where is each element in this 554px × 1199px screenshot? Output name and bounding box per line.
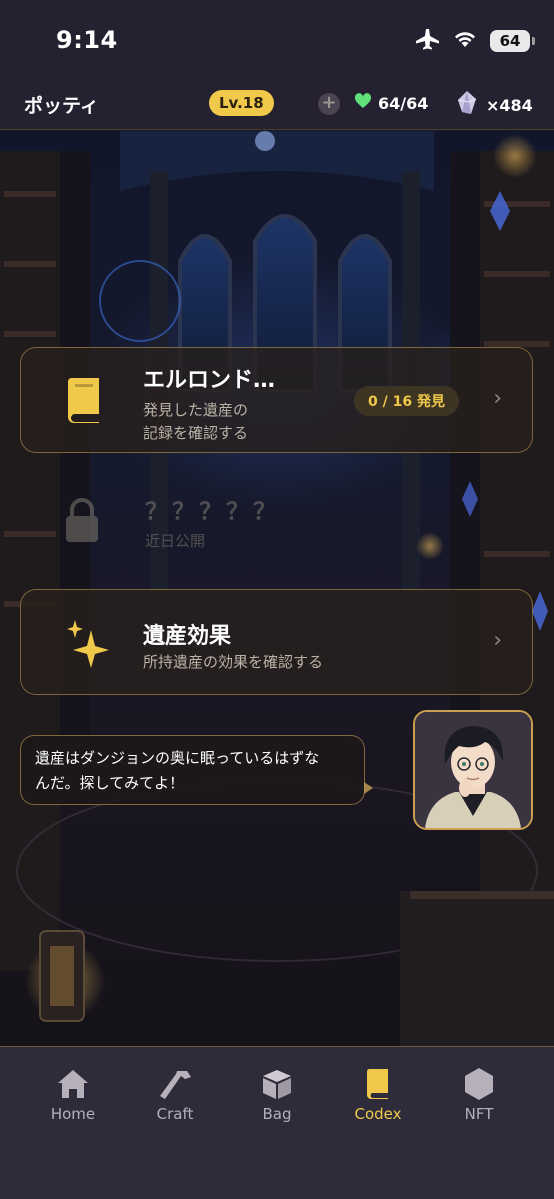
discovery-progress-badge: 0 / 16 発見 — [354, 386, 459, 416]
tab-nft-label: NFT — [464, 1105, 494, 1123]
status-bar: 9:14 64 — [0, 0, 554, 80]
lock-icon — [64, 498, 100, 548]
npc-speech-bubble: 遺産はダンジョンの奥に眠っているはずな んだ。探してみてよ！ — [20, 735, 365, 805]
locked-item-subtitle: 近日公開 — [145, 532, 206, 550]
bottom-tab-bar: Home Craft Bag Codex NFT — [0, 1046, 554, 1199]
hexagon-icon — [434, 1067, 524, 1101]
book-icon — [65, 376, 105, 428]
locked-menu-item: ？？？？？ 近日公開 — [60, 488, 360, 558]
codex-card-title: エルロンド… — [143, 368, 276, 393]
stamina-value: 64/64 — [378, 93, 429, 113]
chevron-right-icon: › — [493, 386, 502, 411]
crystal-icon — [456, 90, 478, 120]
codex-record-card[interactable]: エルロンド… 発見した遺産の 記録を確認する 0 / 16 発見 › — [20, 347, 533, 453]
add-stamina-button[interactable]: + — [318, 93, 340, 115]
tab-bag[interactable]: Bag — [232, 1067, 322, 1123]
top-header: ポッティ Lv.18 + 64/64 ×484 — [0, 80, 554, 130]
tab-craft[interactable]: Craft — [130, 1067, 220, 1123]
codex-card-subtitle-1: 発見した遺産の — [143, 401, 249, 419]
npc-avatar[interactable] — [413, 710, 533, 830]
clock: 9:14 — [56, 26, 118, 54]
chevron-right-icon: › — [493, 628, 502, 653]
tab-home-label: Home — [50, 1105, 96, 1123]
player-name: ポッティ — [24, 95, 99, 117]
heart-icon — [354, 93, 372, 113]
speech-bubble-tail — [364, 782, 373, 794]
tab-codex[interactable]: Codex — [333, 1067, 423, 1123]
gem-counter: ×484 — [456, 90, 533, 120]
effects-card-title: 遺産効果 — [143, 624, 232, 649]
airplane-mode-icon — [414, 28, 440, 54]
status-icons: 64 — [414, 28, 535, 54]
codex-card-subtitle-2: 記録を確認する — [143, 424, 249, 442]
tab-bag-label: Bag — [262, 1105, 292, 1123]
locked-item-title: ？？？？？ — [145, 499, 280, 525]
stamina-counter: 64/64 — [354, 93, 428, 113]
battery-icon: 64 — [490, 30, 535, 52]
legacy-effects-card[interactable]: 遺産効果 所持遺産の効果を確認する › — [20, 589, 533, 695]
effects-card-subtitle: 所持遺産の効果を確認する — [143, 653, 324, 671]
wifi-icon — [452, 29, 478, 53]
tab-home[interactable]: Home — [28, 1067, 118, 1123]
hammer-icon — [130, 1067, 220, 1101]
npc-portrait — [415, 712, 531, 828]
dialogue-line-1: 遺産はダンジョンの奥に眠っているはずな — [35, 749, 320, 767]
box-icon — [232, 1067, 322, 1101]
sparkles-icon — [65, 618, 111, 672]
tab-nft[interactable]: NFT — [434, 1067, 524, 1123]
dialogue-line-2: んだ。探してみてよ！ — [35, 774, 185, 792]
tab-codex-label: Codex — [354, 1105, 402, 1123]
level-badge: Lv.18 — [209, 90, 274, 116]
book-icon — [333, 1067, 423, 1101]
tab-craft-label: Craft — [156, 1105, 194, 1123]
gem-value: ×484 — [486, 95, 533, 115]
home-icon — [28, 1067, 118, 1101]
